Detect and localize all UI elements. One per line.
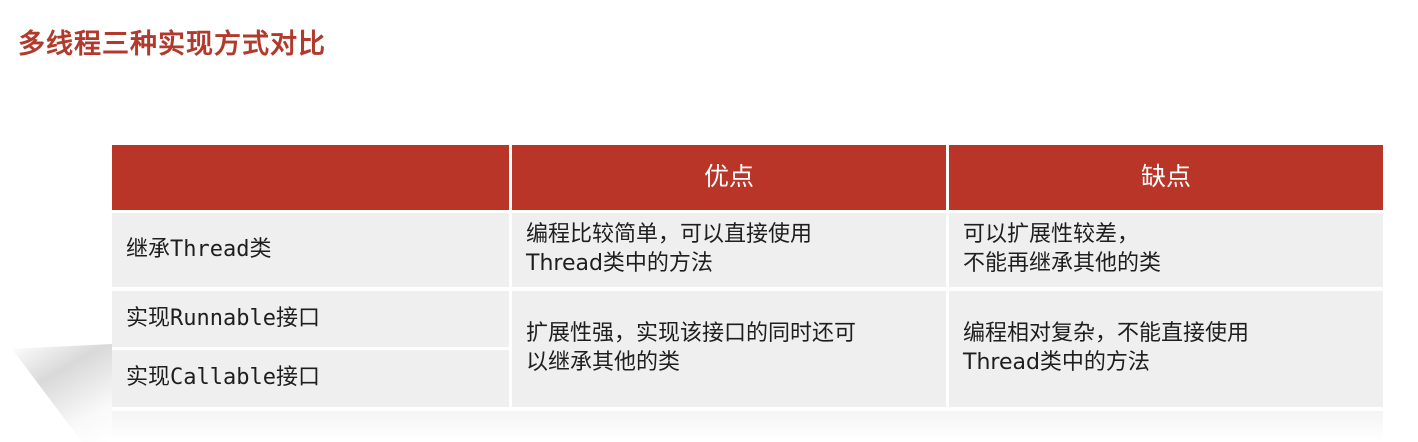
row-label-text: 实现Runnable接口: [126, 305, 320, 331]
row-pros-interface: 扩展性强，实现该接口的同时还可 以继承其他的类: [512, 291, 946, 407]
header-cell-empty: [112, 145, 509, 210]
header-cell-cons: 缺点: [949, 145, 1383, 210]
row-cons-interface: 编程相对复杂，不能直接使用 Thread类中的方法: [949, 291, 1383, 407]
cons-line: 不能再继承其他的类: [963, 251, 1162, 276]
row-label-text: 继承Thread类: [126, 236, 272, 262]
pros-line: Thread类中的方法: [526, 251, 713, 276]
row-pros-thread: 编程比较简单，可以直接使用 Thread类中的方法: [512, 213, 946, 287]
row-label-text: 实现Callable接口: [126, 365, 320, 391]
comparison-table: 优点 缺点 继承Thread类 编程比较简单，可以直接使用 Thread类中的方…: [112, 145, 1383, 409]
cons-line: Thread类中的方法: [963, 350, 1150, 375]
row-label-thread: 继承Thread类: [112, 213, 509, 287]
table-reflection: [112, 411, 1383, 442]
pros-line: 以继承其他的类: [526, 350, 681, 375]
row-label-callable: 实现Callable接口: [112, 350, 509, 407]
cons-line: 可以扩展性较差，: [963, 222, 1140, 248]
cons-line: 编程相对复杂，不能直接使用: [963, 321, 1250, 347]
header-cell-pros: 优点: [512, 145, 946, 210]
row-cons-thread: 可以扩展性较差， 不能再继承其他的类: [949, 213, 1383, 287]
page-title: 多线程三种实现方式对比: [18, 29, 326, 60]
pros-line: 编程比较简单，可以直接使用: [526, 222, 813, 248]
decorative-shadow: [12, 344, 112, 442]
pros-line: 扩展性强，实现该接口的同时还可: [526, 321, 857, 347]
row-label-runnable: 实现Runnable接口: [112, 291, 509, 347]
